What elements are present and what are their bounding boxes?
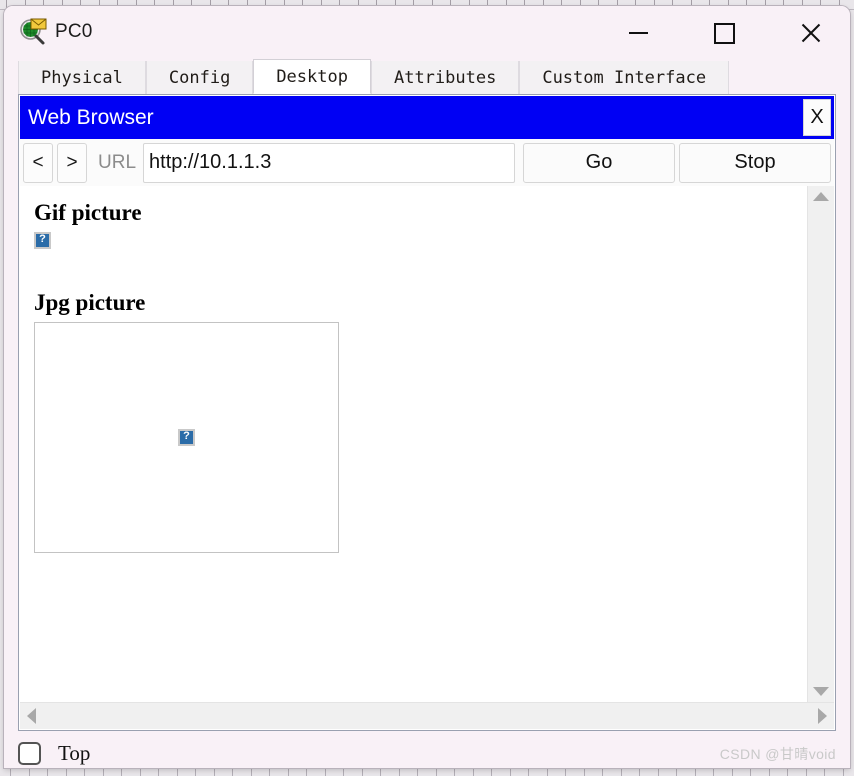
window-title-group: PC0 [18,17,93,47]
scroll-left-icon[interactable] [27,708,36,724]
jpg-broken-image-icon[interactable] [178,429,195,446]
tab-attributes[interactable]: Attributes [370,61,520,94]
web-browser-close-label: X [810,106,824,128]
desktop-tab-panel: Web Browser X < > URL http://10.1.1.3 Go [18,94,836,731]
tab-attributes-label: Attributes [393,67,497,88]
gif-broken-image-icon[interactable] [34,232,51,249]
go-button-label: Go [585,151,613,173]
url-label: URL [98,151,137,173]
horizontal-scrollbar[interactable] [20,702,834,729]
maximize-icon [713,22,735,44]
back-button[interactable]: < [23,142,53,183]
packet-tracer-pc-icon [18,17,48,47]
stop-button[interactable]: Stop [679,142,831,183]
top-checkbox[interactable] [18,741,41,765]
tab-desktop[interactable]: Desktop [253,59,371,94]
minimize-icon [628,32,648,34]
gif-picture-heading: Gif picture [34,200,142,225]
scroll-up-icon[interactable] [813,192,829,201]
close-icon [799,22,821,44]
tab-physical[interactable]: Physical [18,61,146,94]
scroll-down-icon[interactable] [813,687,829,696]
tab-bar: Physical Config Desktop Attributes Custo… [18,59,836,94]
tab-custom-interface-label: Custom Interface [542,67,707,88]
vertical-scrollbar[interactable] [807,186,834,702]
tab-config-label: Config [168,67,231,88]
url-input[interactable]: http://10.1.1.3 [143,142,515,183]
tab-physical-label: Physical [41,67,123,88]
jpg-picture-heading: Jpg picture [34,290,146,315]
scroll-right-icon[interactable] [818,708,827,724]
web-browser-window: Web Browser X < > URL http://10.1.1.3 Go [20,96,834,729]
forward-icon: > [66,151,78,173]
window-title: PC0 [55,21,93,42]
top-checkbox-label: Top [58,740,91,765]
watermark-text: CSDN @甘晴void [719,746,836,762]
tab-custom-interface[interactable]: Custom Interface [519,61,730,94]
web-browser-titlebar: Web Browser X [20,96,834,139]
go-button[interactable]: Go [523,142,675,183]
window-bottom-bar: Top CSDN @甘晴void [4,731,850,768]
close-window-button[interactable] [780,6,840,60]
jpg-image-placeholder[interactable] [34,322,339,553]
window-titlebar: PC0 [4,6,850,60]
web-browser-close-button[interactable]: X [803,99,831,136]
tab-config[interactable]: Config [145,61,254,94]
page-content-area: Gif picture Jpg picture [20,186,807,702]
web-browser-title: Web Browser [28,105,154,129]
maximize-button[interactable] [694,6,754,60]
back-icon: < [32,151,44,173]
forward-button[interactable]: > [57,142,87,183]
web-browser-body: Gif picture Jpg picture [20,186,834,702]
minimize-button[interactable] [608,6,668,60]
tab-desktop-label: Desktop [276,66,348,87]
web-browser-toolbar: < > URL http://10.1.1.3 Go Stop [20,139,834,186]
pc0-window: PC0 Physical Config Desktop Attributes C… [4,6,850,768]
stop-button-label: Stop [734,151,776,173]
url-input-value: http://10.1.1.3 [149,151,272,173]
